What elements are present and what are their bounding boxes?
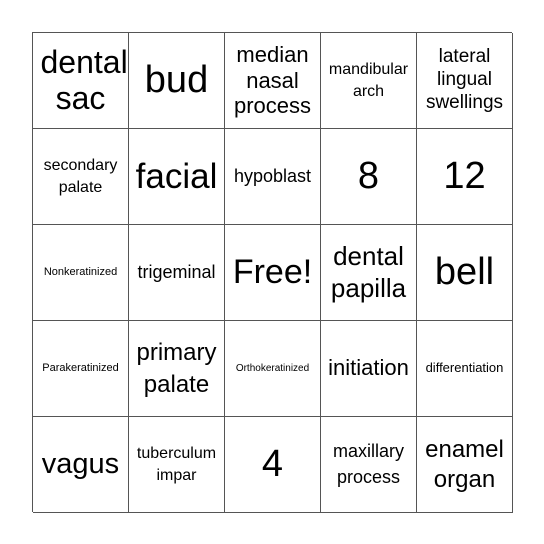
bingo-cell[interactable]: trigeminal — [129, 225, 225, 321]
cell-text: Parakeratinized — [42, 362, 119, 375]
cell-text: trigeminal — [137, 262, 216, 283]
cell-text: hypoblast — [233, 166, 312, 187]
cell-text: 12 — [443, 155, 486, 198]
bingo-cell[interactable]: 12 — [417, 129, 513, 225]
bingo-cell[interactable]: Parakeratinized — [33, 321, 129, 417]
free-space[interactable]: Free! — [225, 225, 321, 321]
bingo-cell[interactable]: bud — [129, 33, 225, 129]
cell-text: 8 — [357, 155, 380, 198]
cell-text: vagus — [41, 448, 120, 481]
cell-text: mandibular arch — [328, 60, 409, 100]
cell-text: Orthokeratinized — [235, 362, 310, 374]
bingo-cell[interactable]: enamel organ — [417, 417, 513, 513]
bingo-cell[interactable]: lateral lingual swellings — [417, 33, 513, 129]
bingo-cell[interactable]: facial — [129, 129, 225, 225]
cell-text: tuberculum impar — [136, 444, 217, 484]
bingo-cell[interactable]: initiation — [321, 321, 417, 417]
bingo-cell[interactable]: tuberculum impar — [129, 417, 225, 513]
cell-text: bud — [144, 59, 209, 102]
bingo-cell[interactable]: Orthokeratinized — [225, 321, 321, 417]
bingo-cell[interactable]: primary palate — [129, 321, 225, 417]
cell-text: facial — [135, 156, 218, 196]
bingo-cell[interactable]: secondary palate — [33, 129, 129, 225]
cell-text: Nonkeratinized — [43, 266, 118, 279]
cell-text: dental papilla — [330, 241, 407, 303]
bingo-cell[interactable]: hypoblast — [225, 129, 321, 225]
cell-text: secondary palate — [43, 156, 118, 196]
cell-text: initiation — [328, 355, 409, 381]
bingo-cell[interactable]: median nasal process — [225, 33, 321, 129]
bingo-cell[interactable]: bell — [417, 225, 513, 321]
bingo-cell[interactable]: 8 — [321, 129, 417, 225]
cell-text: lateral lingual swellings — [425, 46, 504, 113]
cell-text: differentiation — [425, 360, 504, 376]
cell-text: primary palate — [136, 339, 217, 398]
bingo-cell[interactable]: dental papilla — [321, 225, 417, 321]
bingo-board: dental sac bud median nasal process mand… — [32, 32, 513, 513]
cell-text: dental sac — [40, 43, 128, 116]
bingo-cell[interactable]: dental sac — [33, 33, 129, 129]
bingo-cell[interactable]: maxillary process — [321, 417, 417, 513]
bingo-cell[interactable]: differentiation — [417, 321, 513, 417]
cell-text: enamel organ — [425, 435, 504, 493]
bingo-cell[interactable]: vagus — [33, 417, 129, 513]
cell-text: Free! — [232, 253, 313, 292]
cell-text: median nasal process — [233, 41, 312, 119]
bingo-cell[interactable]: mandibular arch — [321, 33, 417, 129]
cell-text: 4 — [261, 443, 284, 486]
cell-text: bell — [434, 251, 495, 294]
bingo-cell[interactable]: 4 — [225, 417, 321, 513]
cell-text: maxillary process — [332, 441, 404, 487]
bingo-cell[interactable]: Nonkeratinized — [33, 225, 129, 321]
